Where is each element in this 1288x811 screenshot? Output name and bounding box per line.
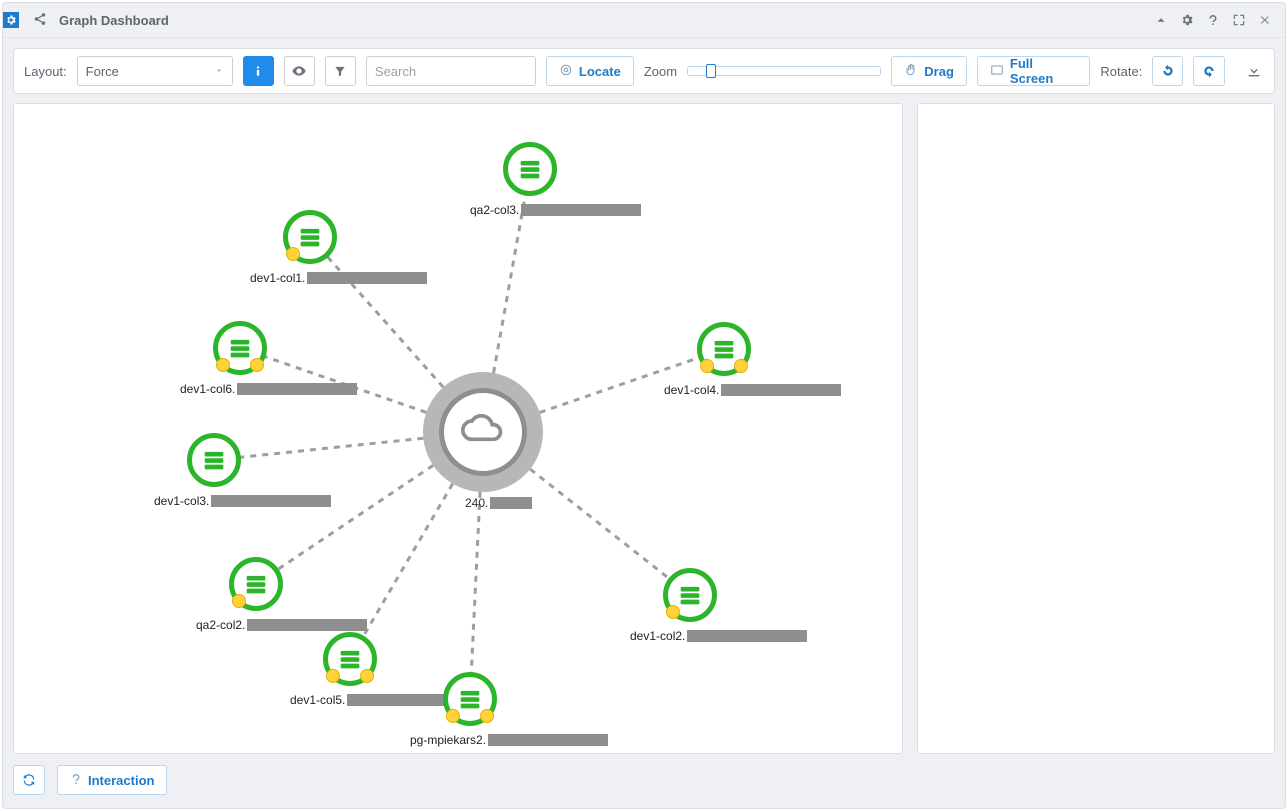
badge-icon [480, 709, 494, 723]
server-icon [187, 433, 241, 487]
graph-node[interactable] [323, 632, 377, 686]
close-button[interactable] [1255, 10, 1275, 30]
zoom-thumb[interactable] [706, 64, 716, 78]
details-panel [917, 103, 1275, 754]
drag-label: Drag [924, 64, 954, 79]
rotate-label: Rotate: [1100, 64, 1142, 79]
layout-label: Layout: [24, 64, 67, 79]
visibility-toggle[interactable] [284, 56, 315, 86]
graph-node-label: dev1-col3. [154, 490, 331, 508]
graph-node[interactable] [187, 433, 241, 487]
server-icon [443, 672, 497, 726]
settings-button[interactable] [1177, 10, 1197, 30]
graph-node-label: qa2-col2. [196, 614, 367, 632]
graph-node-label: dev1-col1. [250, 267, 427, 285]
badge-icon [326, 669, 340, 683]
layout-select[interactable]: Force [77, 56, 233, 86]
graph-node[interactable] [213, 321, 267, 375]
graph-node[interactable] [663, 568, 717, 622]
badge-icon [360, 669, 374, 683]
badge-icon [666, 605, 680, 619]
badge-icon [700, 359, 714, 373]
hand-icon [904, 63, 918, 80]
badge-icon [216, 358, 230, 372]
badge-icon [734, 359, 748, 373]
search-input[interactable] [366, 56, 536, 86]
graph-node-label: dev1-col6. [180, 378, 357, 396]
graph-node-label: dev1-col2. [630, 625, 807, 643]
zoom-slider[interactable] [687, 66, 881, 76]
rotate-ccw-button[interactable] [1152, 56, 1183, 86]
server-icon [697, 322, 751, 376]
badge-icon [232, 594, 246, 608]
fullscreen-label: Full Screen [1010, 56, 1077, 86]
server-icon [283, 210, 337, 264]
server-icon [503, 142, 557, 196]
graph-node-label: dev1-col5. [290, 689, 467, 707]
footer-bar: Interaction [13, 762, 1275, 798]
interaction-label: Interaction [88, 773, 154, 788]
drag-button[interactable]: Drag [891, 56, 967, 86]
filter-toggle[interactable] [325, 56, 356, 86]
dashboard-panel: Graph Dashboard Layout: Force Locate Zoo… [2, 2, 1286, 809]
locate-label: Locate [579, 64, 621, 79]
panel-title: Graph Dashboard [59, 13, 169, 28]
graph-node[interactable] [697, 322, 751, 376]
help-icon [70, 773, 82, 788]
share-icon [33, 12, 47, 29]
target-icon [559, 63, 573, 80]
expand-button[interactable] [1229, 10, 1249, 30]
download-button[interactable] [1245, 61, 1264, 81]
rotate-cw-button[interactable] [1193, 56, 1224, 86]
gear-badge-icon [3, 12, 19, 28]
graph-node[interactable] [283, 210, 337, 264]
info-toggle[interactable] [243, 56, 274, 86]
graph-canvas[interactable]: 240. qa2-col3. dev1-col1. dev1-col6. dev1-co… [13, 103, 903, 754]
center-node-label: 240. [465, 496, 532, 510]
badge-icon [250, 358, 264, 372]
server-icon [229, 557, 283, 611]
interaction-button[interactable]: Interaction [57, 765, 167, 795]
locate-button[interactable]: Locate [546, 56, 634, 86]
graph-node-label: qa2-col3. [470, 199, 641, 217]
graph-node-label: dev1-col4. [664, 379, 841, 397]
chevron-down-icon [214, 64, 224, 79]
graph-node[interactable] [503, 142, 557, 196]
graph-node-label: pg-mpiekars2. [410, 729, 608, 747]
fullscreen-icon [990, 63, 1004, 80]
zoom-label: Zoom [644, 64, 677, 79]
server-icon [663, 568, 717, 622]
badge-icon [446, 709, 460, 723]
badge-icon [286, 247, 300, 261]
server-icon [213, 321, 267, 375]
graph-node[interactable] [229, 557, 283, 611]
help-button[interactable] [1203, 10, 1223, 30]
fullscreen-button[interactable]: Full Screen [977, 56, 1090, 86]
layout-select-value: Force [86, 64, 119, 79]
toolbar: Layout: Force Locate Zoom Drag Full [13, 48, 1275, 94]
collapse-button[interactable] [1151, 10, 1171, 30]
refresh-button[interactable] [13, 765, 45, 795]
center-node[interactable] [423, 372, 543, 492]
panel-header: Graph Dashboard [3, 3, 1285, 38]
server-icon [323, 632, 377, 686]
graph-node[interactable] [443, 672, 497, 726]
